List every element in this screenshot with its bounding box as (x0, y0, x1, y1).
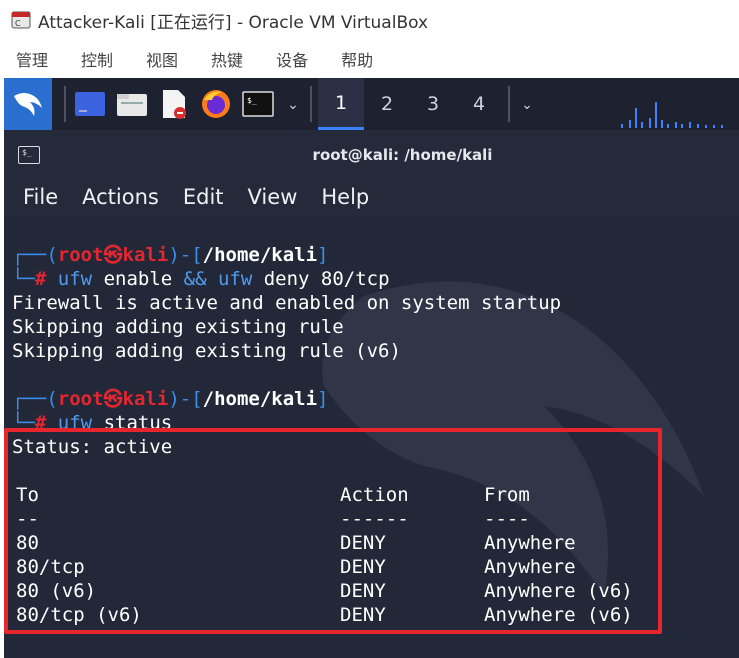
virtualbox-icon: C (11, 11, 31, 29)
command-line-1: └─# ufw enable && ufw deny 80/tcp (12, 268, 390, 290)
menu-hotkey[interactable]: 热键 (211, 47, 243, 71)
firefox-icon[interactable] (198, 85, 234, 123)
table-cell-from: Anywhere (484, 556, 576, 578)
table-cell-action: DENY (340, 604, 386, 626)
table-underline: ---- (484, 508, 530, 530)
panel-separator (508, 86, 510, 122)
table-cell-to: 80 (v6) (16, 580, 97, 602)
window-title: Attacker-Kali [正在运行] - Oracle VM Virtual… (38, 12, 429, 33)
term-menu-edit[interactable]: Edit (183, 185, 224, 209)
panel-separator (310, 86, 312, 122)
table-cell-action: DENY (340, 580, 386, 602)
chevron-down-icon[interactable]: ⌄ (282, 96, 304, 113)
kali-panel: $_ ⌄ 1 2 3 4 ⌄ (4, 78, 739, 130)
terminal-title: root@kali: /home/kali (312, 146, 493, 164)
host-menubar: 管理 控制 视图 热键 设备 帮助 (0, 40, 739, 78)
term-menu-help[interactable]: Help (321, 185, 369, 209)
table-cell-to: 80/tcp (16, 556, 85, 578)
table-header-action: Action (340, 484, 409, 506)
svg-text:$_: $_ (247, 96, 257, 105)
table-cell-to: 80/tcp (v6) (16, 604, 142, 626)
table-cell-action: DENY (340, 556, 386, 578)
output-line: Skipping adding existing rule (12, 316, 344, 338)
menu-control[interactable]: 控制 (81, 47, 113, 71)
term-menu-file[interactable]: File (23, 185, 58, 209)
prompt-line-2: ┌──(root㉿kali)-[/home/kali] (12, 388, 329, 410)
workspace-1[interactable]: 1 (318, 78, 364, 130)
table-header-to: To (16, 484, 39, 506)
term-menu-view[interactable]: View (248, 185, 298, 209)
output-line: Skipping adding existing rule (v6) (12, 340, 401, 362)
workspace-3[interactable]: 3 (410, 78, 456, 130)
cpu-graph-icon (621, 102, 723, 128)
menu-view[interactable]: 视图 (146, 47, 178, 71)
chevron-down-icon[interactable]: ⌄ (516, 96, 538, 113)
table-cell-action: DENY (340, 532, 386, 554)
file-manager-icon[interactable] (114, 85, 150, 123)
desktop-icon[interactable] (72, 85, 108, 123)
workspace-4[interactable]: 4 (456, 78, 502, 130)
workspace-2[interactable]: 2 (364, 78, 410, 130)
panel-separator (64, 86, 66, 122)
table-cell-from: Anywhere (v6) (484, 604, 633, 626)
table-cell-from: Anywhere (v6) (484, 580, 633, 602)
svg-text:C: C (15, 19, 21, 28)
terminal-icon[interactable]: $_ (240, 85, 276, 123)
terminal-titlebar: $_ root@kali: /home/kali (4, 130, 739, 178)
menu-help[interactable]: 帮助 (341, 47, 373, 71)
text-editor-icon[interactable] (156, 85, 192, 123)
table-cell-from: Anywhere (484, 532, 576, 554)
table-header-from: From (484, 484, 530, 506)
menu-manage[interactable]: 管理 (16, 47, 48, 71)
prompt-line-1: ┌──(root㉿kali)-[/home/kali] (12, 244, 329, 266)
table-underline: -- (16, 508, 39, 530)
terminal-menubar: File Actions Edit View Help (4, 178, 739, 216)
kali-menu-icon[interactable] (4, 78, 52, 130)
host-titlebar: C Attacker-Kali [正在运行] - Oracle VM Virtu… (0, 0, 739, 40)
command-line-2: └─# ufw status (12, 412, 173, 428)
status-line: Status: active (12, 436, 173, 458)
table-underline: ------ (340, 508, 409, 530)
output-line: Firewall is active and enabled on system… (12, 292, 562, 314)
menu-devices[interactable]: 设备 (276, 47, 308, 71)
table-cell-to: 80 (16, 532, 39, 554)
term-menu-actions[interactable]: Actions (82, 185, 159, 209)
